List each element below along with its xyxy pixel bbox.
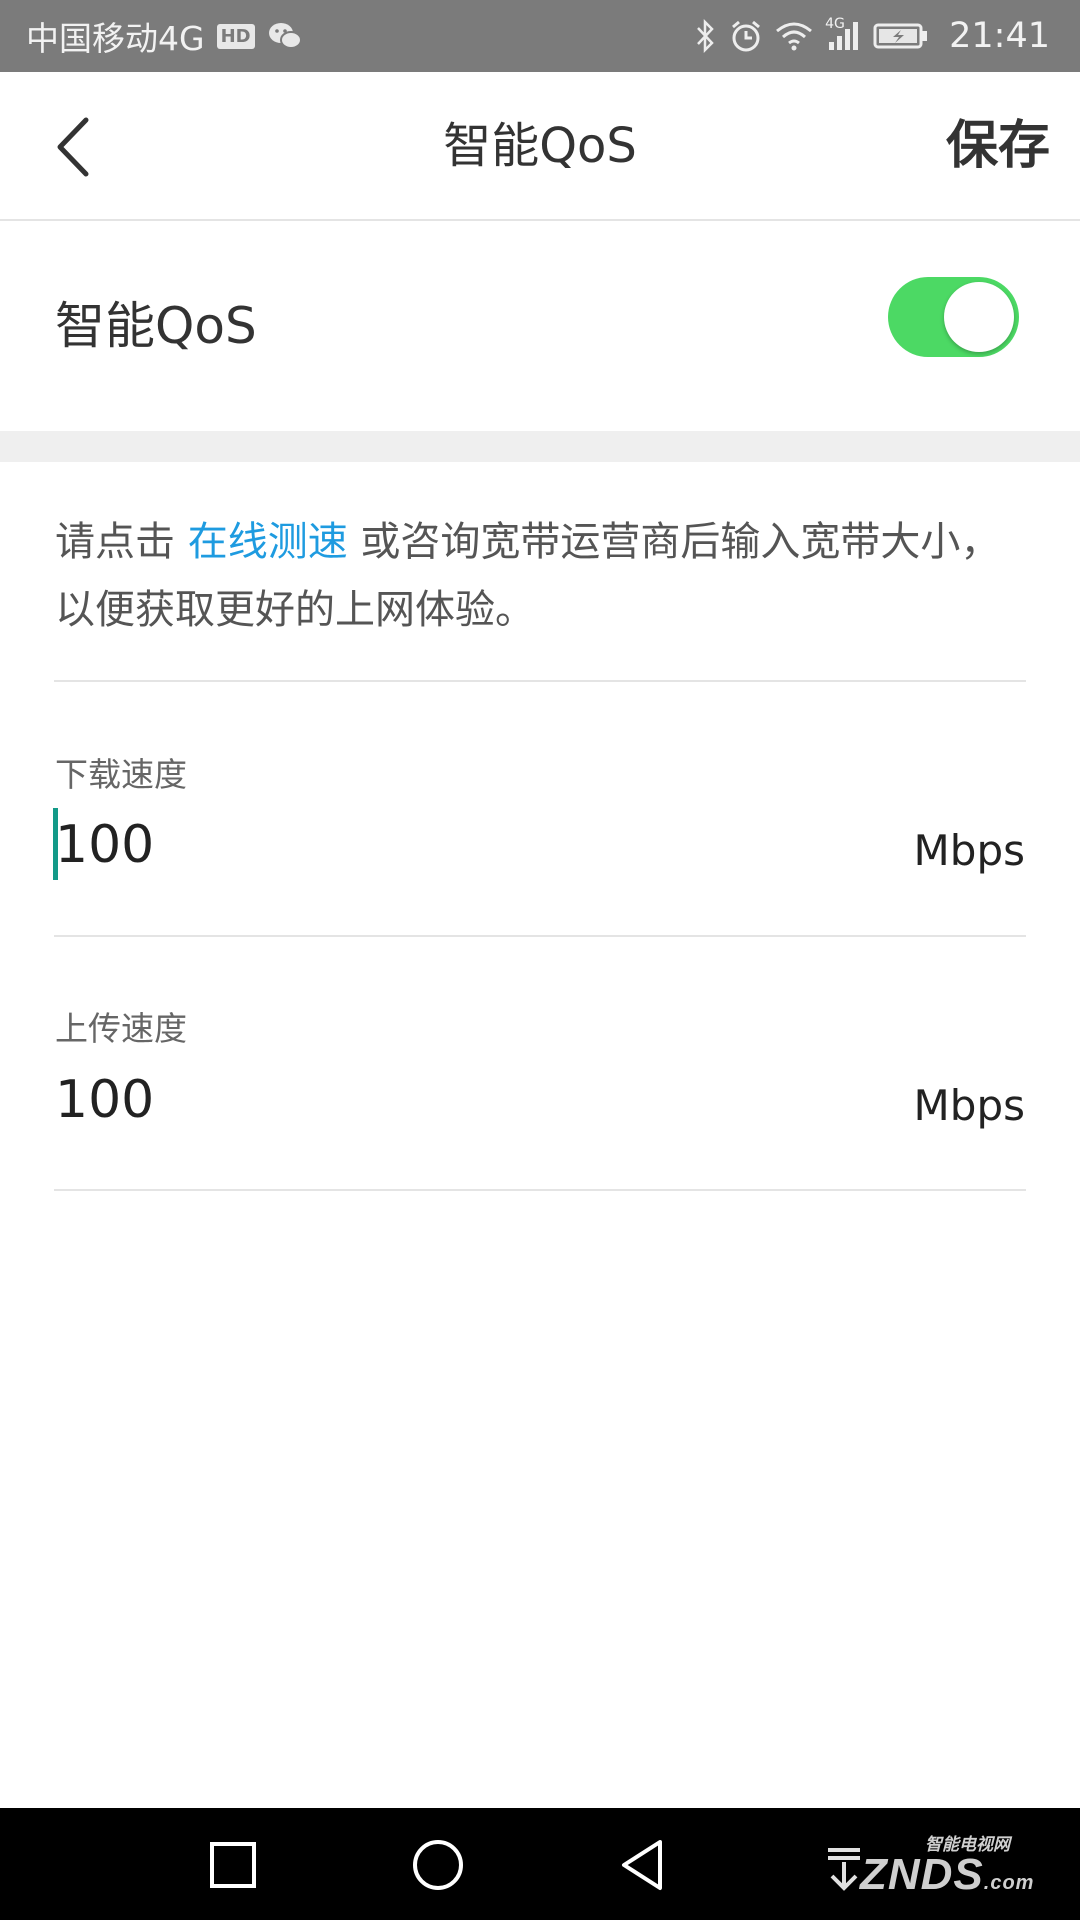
home-icon[interactable]	[410, 1830, 466, 1900]
recent-apps-icon[interactable]	[208, 1830, 258, 1900]
carrier-label: 中国移动4G	[26, 19, 205, 58]
divider	[54, 1189, 1026, 1191]
wechat-icon	[267, 21, 303, 51]
upload-unit: Mbps	[913, 1081, 1025, 1130]
znds-watermark: 智能电视网 ZNDS.com	[830, 1816, 1033, 1916]
system-nav-bar: 智能电视网 ZNDS.com	[0, 1808, 1080, 1920]
page-title: 智能QoS	[443, 118, 637, 174]
speed-test-hint: 请点击 在线测速 或咨询宽带运营商后输入宽带大小，以便获取更好的上网体验。	[55, 508, 1030, 644]
qos-toggle-label: 智能QoS	[55, 297, 257, 355]
watermark-suffix: .com	[983, 1872, 1035, 1894]
signal-icon: 4G	[825, 16, 861, 52]
divider	[54, 680, 1026, 682]
download-speed-label: 下载速度	[55, 755, 187, 794]
online-speed-test-link[interactable]: 在线测速	[188, 519, 348, 565]
clock: 21:41	[949, 16, 1050, 56]
bluetooth-icon	[695, 19, 717, 53]
qos-toggle-switch[interactable]	[888, 277, 1019, 357]
watermark-logo-text: ZNDS.com	[860, 1850, 1033, 1900]
battery-charging-icon	[873, 21, 929, 51]
qos-toggle-row: 智能QoS	[0, 221, 1080, 431]
hd-badge: HD	[216, 23, 255, 49]
network-badge: 4G	[825, 16, 845, 32]
back-nav-icon[interactable]	[616, 1830, 668, 1900]
upload-speed-input[interactable]: 100	[55, 1070, 755, 1130]
upload-speed-label: 上传速度	[55, 1009, 187, 1048]
toggle-knob	[944, 282, 1014, 352]
download-speed-input[interactable]: 100	[55, 815, 755, 875]
wifi-icon	[775, 21, 813, 51]
download-unit: Mbps	[913, 826, 1025, 875]
section-divider	[0, 431, 1080, 462]
app-header: 智能QoS 保存	[0, 72, 1080, 221]
divider	[54, 935, 1026, 937]
watermark-big-text: ZNDS	[860, 1850, 984, 1899]
save-button[interactable]: 保存	[946, 72, 1050, 221]
status-bar: 中国移动4G HD 4G 21:41	[0, 0, 1080, 72]
alarm-icon	[729, 19, 763, 53]
hint-text-before: 请点击	[55, 519, 188, 565]
